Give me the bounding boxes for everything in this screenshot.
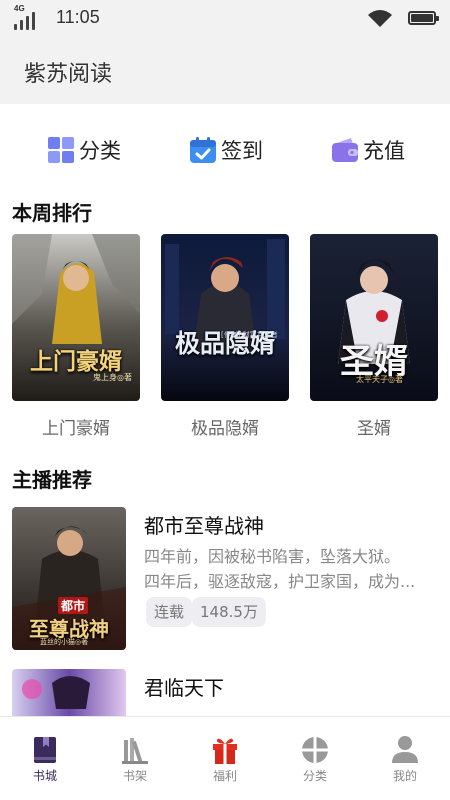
book-cover-1[interactable]: 上门豪婿 鬼上身◎著 bbox=[12, 234, 140, 401]
desc-line: 四年前，因被秘书陷害，坠落大狱。 bbox=[144, 547, 401, 566]
book-title[interactable]: 极品隐婿 bbox=[150, 414, 300, 439]
tab-bookstore[interactable]: 书城 bbox=[0, 717, 90, 800]
cover-author: 太平天子◎著 bbox=[356, 375, 403, 384]
tab-label: 我的 bbox=[392, 769, 417, 783]
cover-author: 鬼上身◎著 bbox=[93, 373, 132, 382]
list-item[interactable]: 都市 至尊战神 蓝丝的小猫◎著 都市至尊战神 四年前，因被秘书陷害，坠落大狱。 … bbox=[0, 507, 450, 653]
cover-badge: 都市 bbox=[58, 597, 89, 614]
quick-actions: 分类 签到 充值 bbox=[0, 130, 450, 170]
desc-line: 四年后，驱逐敌寇，护卫家国，成为... bbox=[144, 572, 416, 591]
cover-author: 蓝丝的小猫◎著 bbox=[40, 638, 89, 646]
cover-image bbox=[161, 234, 289, 401]
book-icon bbox=[34, 737, 56, 763]
app-header: 紫苏阅读 bbox=[0, 36, 450, 104]
weekly-rank-title: 本周排行 bbox=[12, 201, 92, 225]
category-icon bbox=[302, 737, 328, 763]
tab-bookshelf[interactable]: 书架 bbox=[90, 717, 180, 800]
cover-author: [作者] 财富共享者 bbox=[221, 331, 278, 339]
recharge-label: 充值 bbox=[363, 139, 405, 163]
book-cover-3[interactable]: 圣婿 太平天子◎著 bbox=[310, 234, 438, 401]
battery-icon bbox=[408, 11, 439, 25]
wifi-icon bbox=[368, 10, 392, 27]
category-label: 分类 bbox=[79, 139, 121, 163]
app-title: 紫苏阅读 bbox=[24, 62, 113, 87]
book-title[interactable]: 圣婿 bbox=[299, 414, 449, 439]
wallet-icon bbox=[332, 138, 358, 162]
category-button[interactable]: 分类 bbox=[47, 130, 121, 170]
user-icon bbox=[392, 736, 418, 763]
word-count-badge: 148.5万 bbox=[192, 597, 266, 627]
cover-title-art: 上门豪婿 bbox=[30, 348, 122, 375]
cover-image bbox=[12, 669, 126, 716]
tab-bar: 书城 书架 福利 分类 我的 bbox=[0, 716, 450, 800]
bookshelf-icon bbox=[122, 738, 148, 764]
tab-profile[interactable]: 我的 bbox=[360, 717, 450, 800]
list-title: 都市至尊战神 bbox=[144, 514, 264, 538]
list-cover bbox=[12, 669, 126, 716]
status-bar: 4G 11:05 bbox=[0, 0, 450, 36]
grid-icon bbox=[48, 137, 74, 163]
gift-icon bbox=[213, 738, 237, 764]
checkin-label: 签到 bbox=[221, 139, 263, 163]
list-desc: 四年前，因被秘书陷害，坠落大狱。 四年后，驱逐敌寇，护卫家国，成为... bbox=[144, 544, 434, 594]
tab-label: 分类 bbox=[302, 769, 327, 783]
book-cover-2[interactable]: 极品隐婿 [作者] 财富共享者 bbox=[161, 234, 289, 401]
tab-label: 福利 bbox=[212, 769, 237, 783]
status-time: 11:05 bbox=[56, 7, 100, 27]
status-badge: 连载 bbox=[146, 597, 193, 627]
checkin-button[interactable]: 签到 bbox=[189, 130, 263, 170]
list-item[interactable]: 君临天下 bbox=[0, 669, 450, 716]
tab-category[interactable]: 分类 bbox=[270, 717, 360, 800]
list-cover: 都市 至尊战神 蓝丝的小猫◎著 bbox=[12, 507, 126, 650]
recharge-button[interactable]: 充值 bbox=[331, 130, 405, 170]
list-title: 君临天下 bbox=[144, 676, 224, 700]
signal-icon: 4G bbox=[14, 4, 40, 30]
book-title[interactable]: 上门豪婿 bbox=[1, 414, 151, 439]
anchor-recommend-title: 主播推荐 bbox=[12, 468, 92, 492]
calendar-check-icon bbox=[190, 137, 216, 163]
tab-welfare[interactable]: 福利 bbox=[180, 717, 270, 800]
tab-label: 书城 bbox=[32, 769, 57, 783]
network-label: 4G bbox=[14, 4, 25, 13]
tab-label: 书架 bbox=[122, 769, 147, 783]
